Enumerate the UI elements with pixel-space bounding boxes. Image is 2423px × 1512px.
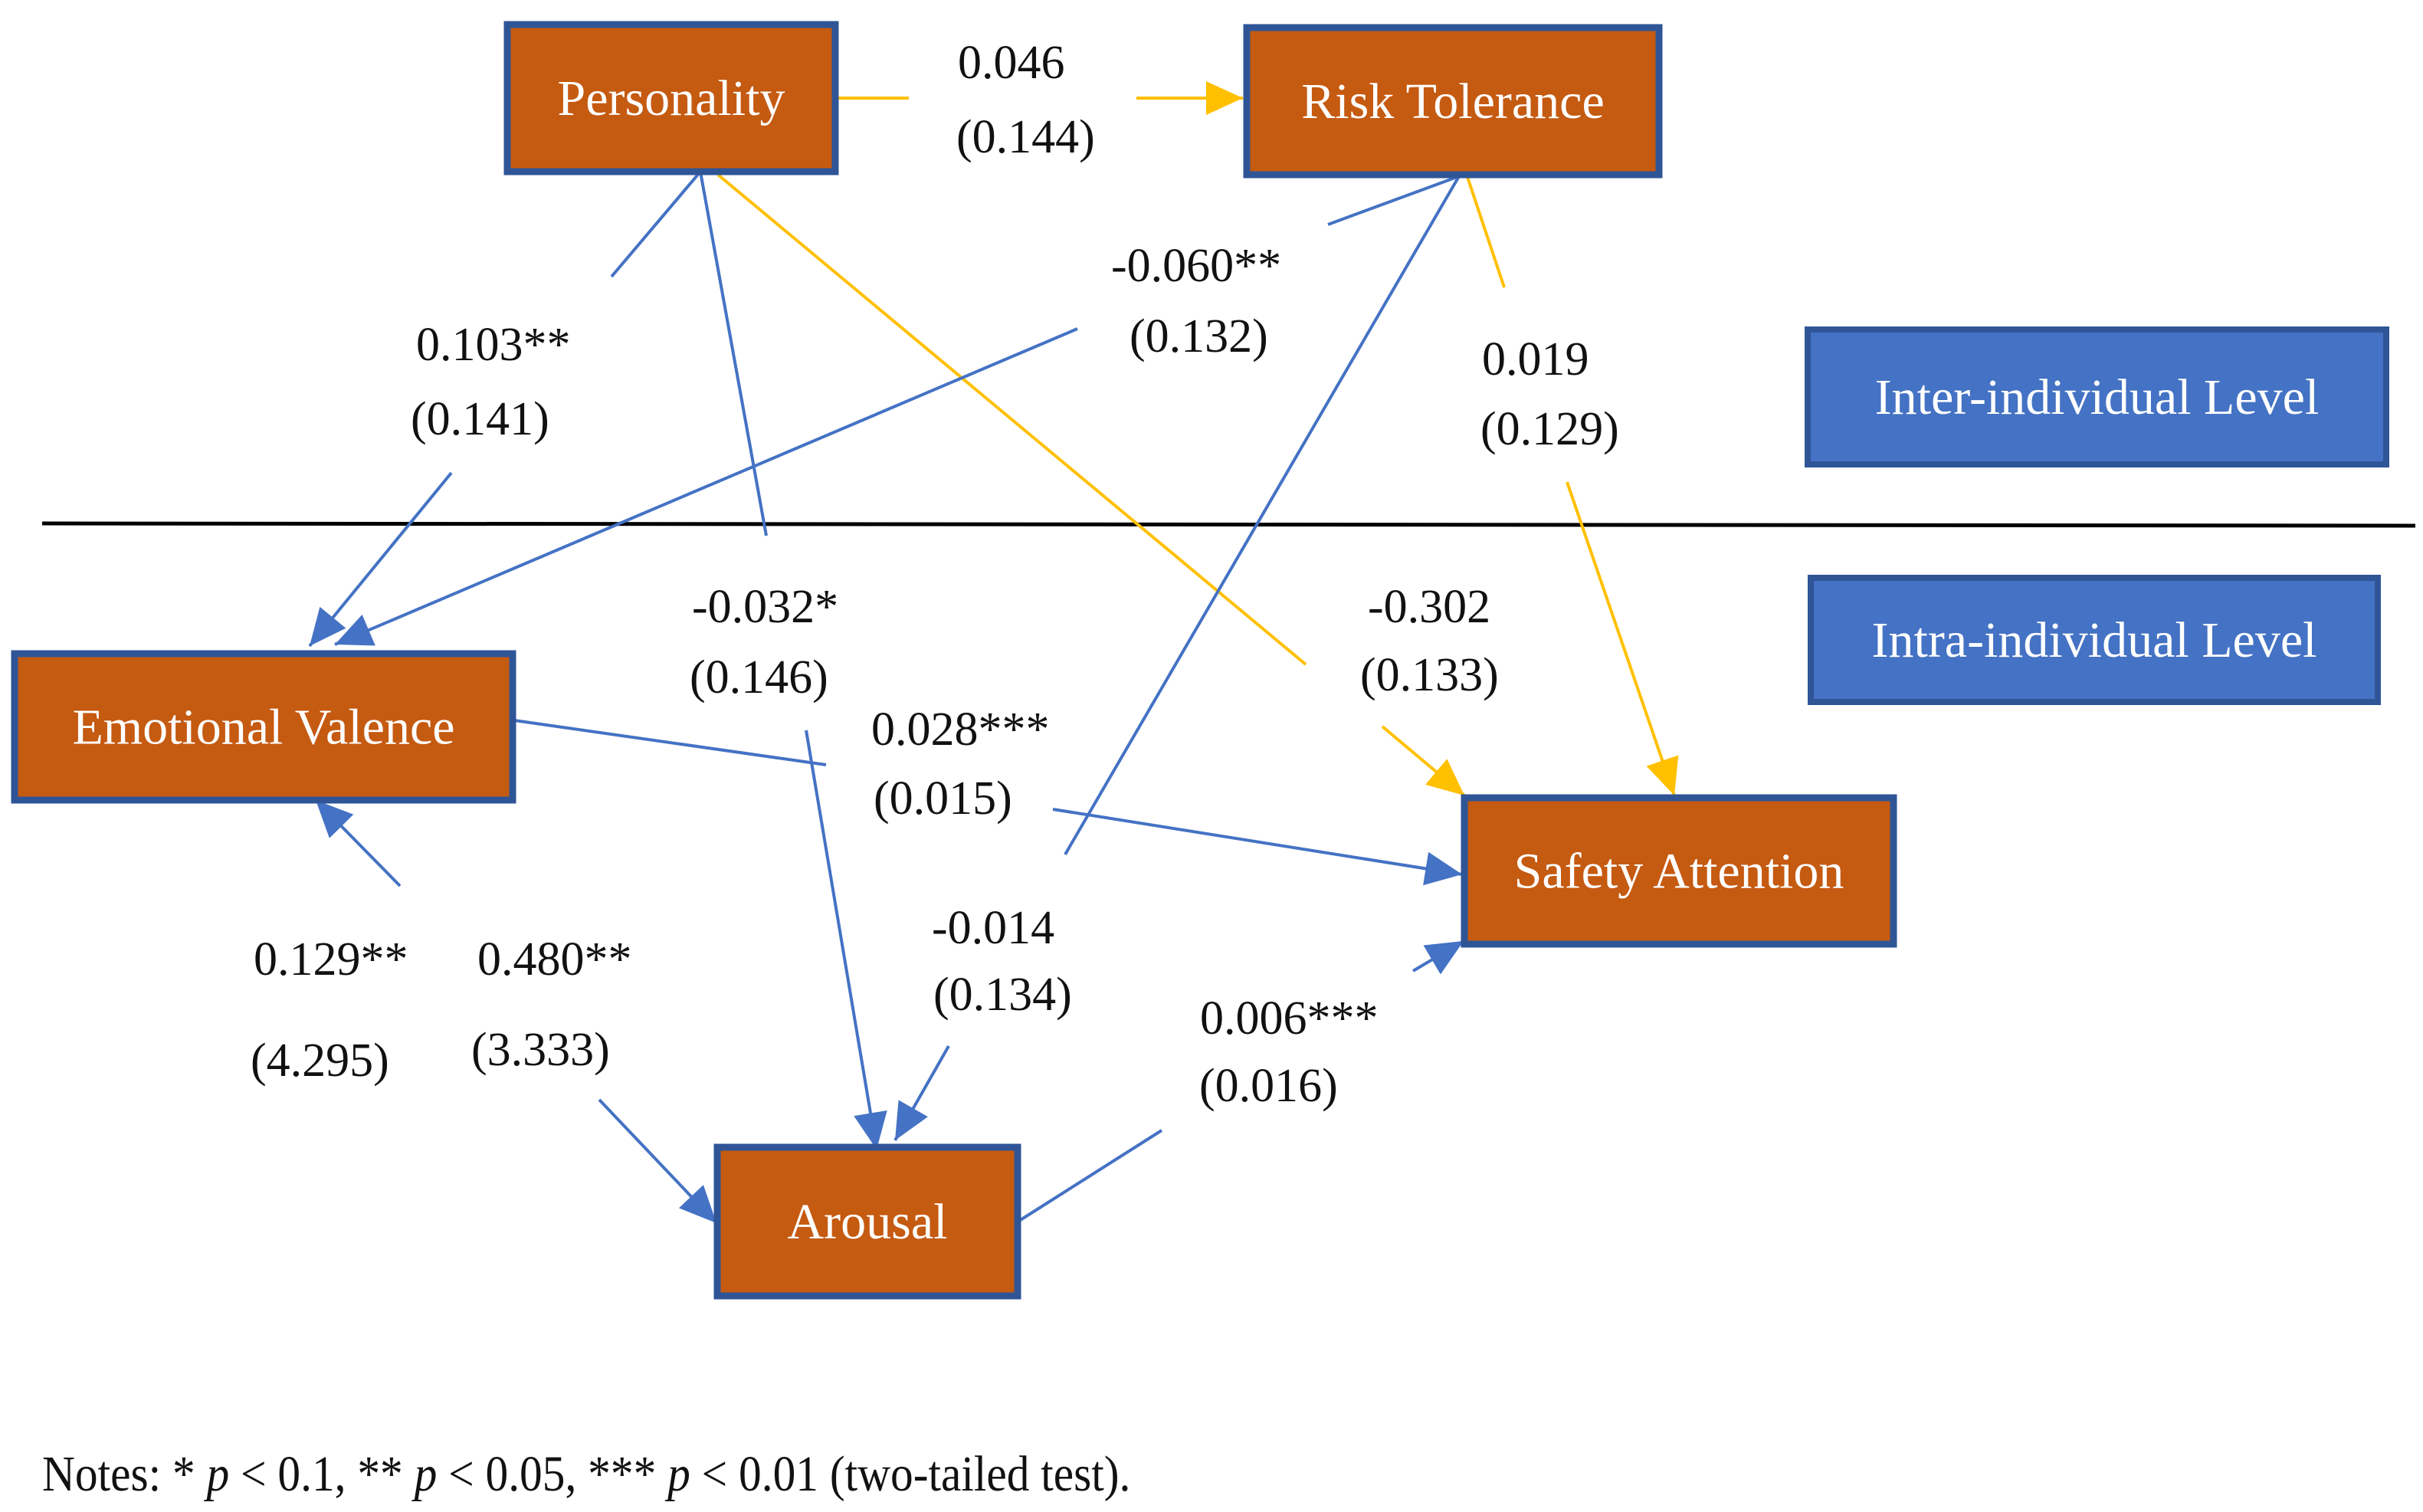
node-emotional-valence: Emotional Valence	[11, 650, 516, 804]
notes-threshold-2: < 0.05,	[437, 1446, 589, 1502]
notes-threshold-3: < 0.01 (two-tailed test).	[690, 1446, 1131, 1502]
inter-individual-level-box: Inter-individual Level	[1805, 326, 2389, 467]
level-label: Intra-individual Level	[1872, 612, 2317, 668]
standard-error-label: (0.141)	[411, 393, 549, 445]
standard-error-label: (0.132)	[1130, 310, 1268, 362]
node-arousal: Arousal	[713, 1143, 1021, 1300]
standard-error-label: (0.134)	[933, 969, 1072, 1021]
standard-error-label: (0.015)	[874, 772, 1012, 825]
notes-threshold-1: < 0.1,	[229, 1446, 358, 1502]
node-label: Personality	[558, 71, 785, 126]
coefficient-label: 0.006***	[1200, 992, 1379, 1045]
standard-error-label: (0.144)	[956, 111, 1095, 163]
arrowhead-icon	[1425, 759, 1464, 795]
nodes-layer: Personality Risk Tolerance Emotional Valen…	[11, 21, 1897, 1300]
notes-prefix: Notes:	[42, 1446, 172, 1502]
notes-p-2: p	[414, 1446, 438, 1502]
standard-error-label: (3.333)	[471, 1024, 610, 1076]
intra-individual-level-box: Intra-individual Level	[1808, 575, 2381, 705]
standard-error-label: (0.133)	[1360, 649, 1499, 701]
notes-p-1: p	[206, 1446, 230, 1502]
edge-segment	[699, 171, 768, 536]
arrowhead-icon	[1646, 755, 1679, 795]
node-risk-tolerance: Risk Tolerance	[1243, 24, 1663, 179]
edge-segment	[610, 170, 702, 278]
standard-error-label: (0.016)	[1199, 1060, 1338, 1112]
node-label: Safety Attention	[1514, 844, 1844, 900]
coefficient-label: 0.129**	[254, 933, 408, 986]
coefficient-label: 0.480**	[477, 933, 632, 986]
levels-layer: Inter-individual Level Intra-individual L…	[1805, 326, 2389, 705]
level-label: Inter-individual Level	[1875, 369, 2320, 425]
edge-arousal-ev	[314, 799, 402, 887]
node-label: Emotional Valence	[72, 700, 454, 756]
edge-segment	[1327, 175, 1460, 226]
edge-pers-sa	[716, 173, 1466, 797]
edge-segment	[513, 719, 827, 766]
level-divider	[41, 521, 2416, 528]
significance-notes: Notes: * p < 0.1, ** p < 0.05, *** p < 0…	[42, 1445, 1130, 1504]
coefficient-label: 0.028***	[871, 704, 1050, 756]
coefficient-label: -0.032*	[692, 581, 838, 633]
edge-segment-with-arrow	[1566, 481, 1676, 796]
coefficient-label: 0.103**	[416, 319, 571, 371]
edge-segment-with-arrow	[1052, 808, 1463, 876]
coefficient-label: 0.019	[1482, 333, 1589, 385]
edge-segment	[1465, 174, 1506, 288]
notes-stars-1: *	[172, 1446, 195, 1502]
node-label: Arousal	[788, 1194, 948, 1250]
standard-error-label: (4.295)	[251, 1035, 389, 1087]
node-label: Risk Tolerance	[1301, 74, 1605, 130]
coefficient-label: -0.060**	[1111, 240, 1281, 292]
edge-ev-arousal	[598, 1098, 718, 1225]
arrowhead-icon	[854, 1110, 887, 1150]
edge-labels-layer: 0.046 (0.144) 0.103** (0.141) -0.032* (0.146)…	[251, 37, 1619, 1112]
notes-stars-2: **	[357, 1446, 403, 1502]
path-diagram: Personality Risk Tolerance Emotional Valen…	[11, 21, 2416, 1300]
notes-p-3: p	[667, 1446, 690, 1502]
edge-segment	[1018, 1129, 1163, 1222]
notes-stars-3: ***	[588, 1446, 657, 1502]
coefficient-label: -0.302	[1368, 581, 1490, 633]
arrowhead-icon	[1423, 941, 1464, 975]
edge-segment-with-arrow	[805, 730, 878, 1150]
edge-risk-sa	[1465, 174, 1679, 796]
standard-error-label: (0.146)	[690, 651, 828, 704]
arrowhead-icon	[1423, 851, 1462, 886]
coefficient-label: 0.046	[958, 37, 1065, 89]
node-safety-attention: Safety Attention	[1461, 794, 1897, 948]
coefficient-label: -0.014	[932, 902, 1054, 954]
arrowhead-icon	[895, 1100, 928, 1140]
node-personality: Personality	[503, 21, 839, 175]
arrowhead-icon	[1206, 81, 1243, 115]
standard-error-label: (0.129)	[1480, 403, 1619, 455]
